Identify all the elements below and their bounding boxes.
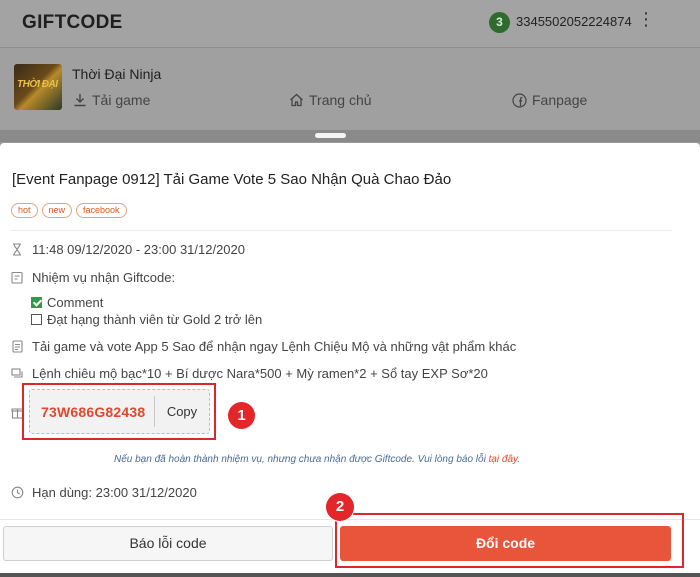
sheet-grabber[interactable] [315,133,346,138]
rewards-row: Lệnh chiêu mộ bạc*10 + Bí dược Nara*500 … [10,366,488,381]
mission-item: Comment [31,295,103,310]
site-logo[interactable]: GIFTCODE [22,12,123,34]
document-icon [10,340,24,354]
nav-home[interactable]: Trang chủ [289,92,372,108]
tag-facebook[interactable]: facebook [76,203,127,218]
nav-home-label: Trang chủ [309,92,372,108]
description-row: Tải game và vote App 5 Sao để nhận ngay … [10,339,516,354]
mission-heading: Nhiệm vụ nhận Giftcode: [32,270,176,285]
clock-icon [10,486,24,500]
reward-list: Lệnh chiêu mộ bạc*10 + Bí dược Nara*500 … [32,366,488,381]
task-list-icon [10,271,24,285]
divider [10,230,672,231]
giftcode-sheet: [Event Fanpage 0912] Tải Game Vote 5 Sao… [0,143,700,577]
expiry-text: Hạn dùng: 23:00 31/12/2020 [32,485,197,500]
event-title: [Event Fanpage 0912] Tải Game Vote 5 Sao… [12,171,452,188]
tag-new[interactable]: new [41,203,73,218]
background-strip [0,130,700,142]
home-icon [289,93,304,107]
game-thumbnail: THỜI ĐẠI [14,64,62,110]
step-marker-2: 2 [326,493,354,521]
report-note-text: Nếu bạn đã hoàn thành nhiệm vụ, nhưng ch… [114,454,489,465]
notification-badge[interactable]: 3 [489,12,510,33]
mission-label: Đạt hạng thành viên từ Gold 2 trở lên [47,312,263,327]
bottom-edge [0,573,700,577]
step-marker-1: 1 [228,402,255,429]
game-header: THỜI ĐẠI Thời Đại Ninja Tải game Trang c… [0,48,700,130]
game-title: Thời Đại Ninja [72,66,162,82]
mission-item: Đạt hạng thành viên từ Gold 2 trở lên [31,312,262,327]
more-vertical-icon[interactable]: ⋮ [637,10,655,28]
highlight-box-redeem [335,513,684,568]
report-note: Nếu bạn đã hoàn thành nhiệm vụ, nhưng ch… [114,454,521,465]
hourglass-icon [10,243,24,257]
report-here-link[interactable]: tại đây [489,454,518,465]
time-row: 11:48 09/12/2020 - 23:00 31/12/2020 [10,242,245,257]
mission-label: Comment [47,295,104,310]
stack-icon [10,367,24,381]
nav-fanpage-label: Fanpage [532,92,588,108]
site-header: GIFTCODE 3 3345502052224874 ⋮ [0,0,700,48]
highlight-box-code [22,383,216,440]
tag-hot[interactable]: hot [11,203,38,218]
nav-download-label: Tải game [92,92,151,108]
facebook-icon [512,92,527,108]
report-code-button[interactable]: Báo lỗi code [3,526,333,561]
tag-list: hot new facebook [11,203,127,218]
user-id: 3345502052224874 [516,14,632,29]
download-icon [73,93,87,107]
checkbox-unchecked-icon [31,314,42,325]
time-range: 11:48 09/12/2020 - 23:00 31/12/2020 [32,242,246,257]
event-description: Tải game và vote App 5 Sao để nhận ngay … [32,339,517,354]
nav-fanpage[interactable]: Fanpage [512,92,587,108]
nav-download[interactable]: Tải game [73,92,150,108]
mission-heading-row: Nhiệm vụ nhận Giftcode: [10,270,175,285]
checkbox-checked-icon [31,297,42,308]
expiry-row: Hạn dùng: 23:00 31/12/2020 [10,485,197,500]
